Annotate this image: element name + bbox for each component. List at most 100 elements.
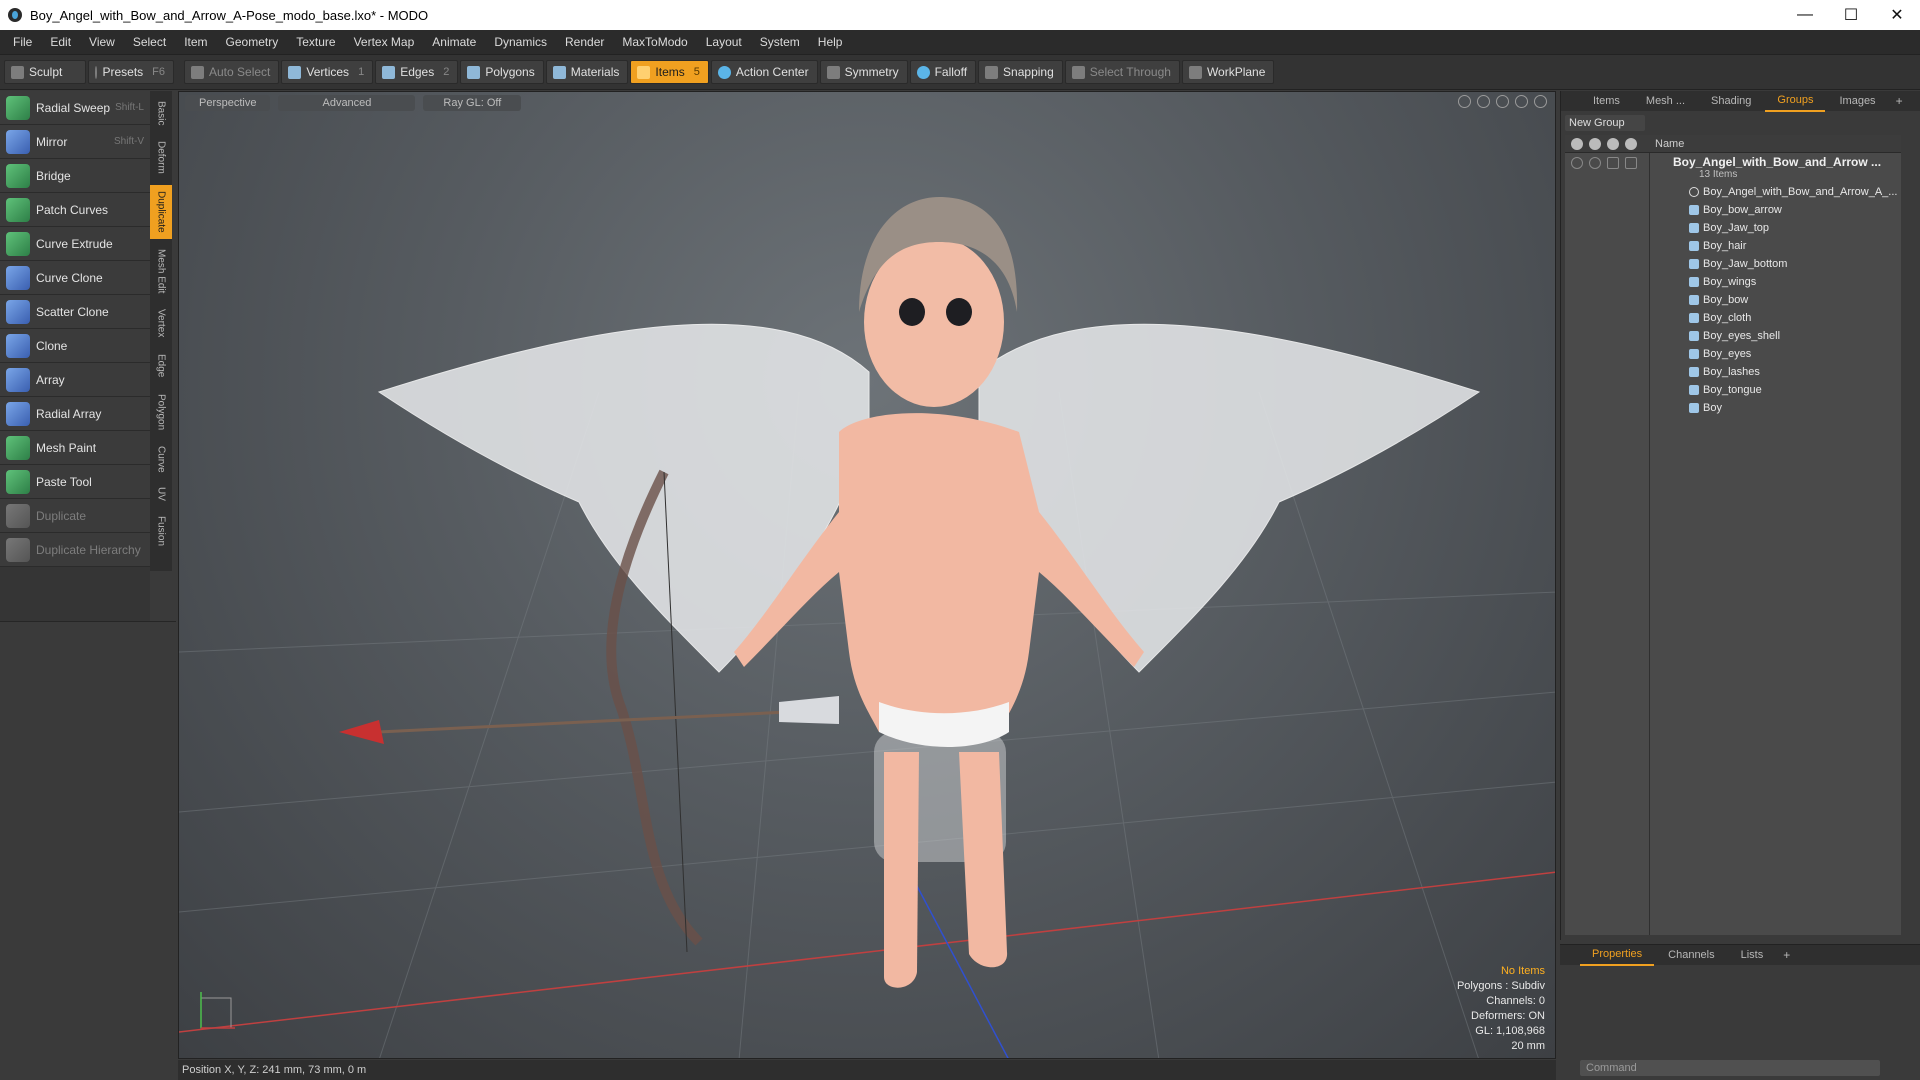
- menu-view[interactable]: View: [80, 30, 124, 54]
- list-item[interactable]: Boy_bow_arrow: [1565, 201, 1901, 219]
- visibility-column-icon[interactable]: [1571, 137, 1583, 150]
- tool-array[interactable]: Array: [0, 363, 150, 397]
- view-mode-dropdown[interactable]: Perspective: [185, 95, 271, 111]
- vtab-basic[interactable]: Basic: [150, 95, 172, 131]
- workplane-button[interactable]: WorkPlane: [1181, 60, 1275, 84]
- tool-clone[interactable]: Clone: [0, 329, 150, 363]
- tool-mesh-paint[interactable]: Mesh Paint: [0, 431, 150, 465]
- shading-dropdown[interactable]: Advanced: [278, 95, 416, 111]
- select-column-icon[interactable]: [1625, 137, 1637, 150]
- add-properties-tab-button[interactable]: +: [1777, 948, 1796, 962]
- symmetry-button[interactable]: Symmetry: [819, 60, 908, 84]
- vtab-vertex[interactable]: Vertex: [150, 303, 172, 343]
- list-item[interactable]: Boy_cloth: [1565, 309, 1901, 327]
- vtab-fusion[interactable]: Fusion: [150, 511, 172, 551]
- tool-radial-sweep[interactable]: Radial Sweep Shift-L: [0, 91, 150, 125]
- tool-paste[interactable]: Paste Tool: [0, 465, 150, 499]
- materials-button[interactable]: Materials: [545, 60, 629, 84]
- eye-icon[interactable]: [1571, 157, 1583, 169]
- tool-bridge[interactable]: Bridge: [0, 159, 150, 193]
- menu-animate[interactable]: Animate: [423, 30, 485, 54]
- tool-radial-array[interactable]: Radial Array: [0, 397, 150, 431]
- tab-images[interactable]: Images: [1827, 91, 1887, 111]
- menu-edit[interactable]: Edit: [41, 30, 80, 54]
- menu-vertex-map[interactable]: Vertex Map: [345, 30, 424, 54]
- raygl-toggle[interactable]: Ray GL: Off: [423, 95, 522, 111]
- vtab-polygon[interactable]: Polygon: [150, 389, 172, 435]
- group-row[interactable]: Boy_Angel_with_Bow_and_Arrow ... 13 Item…: [1565, 153, 1901, 183]
- list-item[interactable]: Boy_tongue: [1565, 381, 1901, 399]
- select-icon[interactable]: [1625, 157, 1637, 169]
- 3d-viewport[interactable]: Perspective Advanced Ray GL: Off No Item…: [178, 91, 1556, 1059]
- tab-mesh[interactable]: Mesh ...: [1634, 91, 1697, 111]
- list-item[interactable]: Boy_Jaw_bottom: [1565, 255, 1901, 273]
- edges-button[interactable]: Edges 2: [375, 60, 459, 84]
- tool-curve-extrude[interactable]: Curve Extrude: [0, 227, 150, 261]
- list-item[interactable]: Boy_eyes_shell: [1565, 327, 1901, 345]
- zoom-icon[interactable]: [1496, 95, 1509, 108]
- lock-icon[interactable]: [1607, 157, 1619, 169]
- vtab-curve[interactable]: Curve: [150, 441, 172, 477]
- vtab-edge[interactable]: Edge: [150, 349, 172, 383]
- pan-icon[interactable]: [1458, 95, 1471, 108]
- command-input[interactable]: Command: [1580, 1060, 1880, 1076]
- menu-dynamics[interactable]: Dynamics: [485, 30, 556, 54]
- sculpt-button[interactable]: Sculpt: [4, 60, 86, 84]
- list-item[interactable]: Boy_hair: [1565, 237, 1901, 255]
- list-item[interactable]: Boy: [1565, 399, 1901, 417]
- render-icon[interactable]: [1589, 157, 1601, 169]
- menu-texture[interactable]: Texture: [287, 30, 344, 54]
- lock-column-icon[interactable]: [1607, 137, 1619, 150]
- presets-button[interactable]: Presets F6: [88, 60, 174, 84]
- falloff-button[interactable]: Falloff: [909, 60, 977, 84]
- menu-geometry[interactable]: Geometry: [217, 30, 288, 54]
- tab-groups[interactable]: Groups: [1765, 90, 1826, 112]
- polygons-button[interactable]: Polygons: [460, 60, 544, 84]
- items-button[interactable]: Items 5: [630, 60, 709, 84]
- menu-file[interactable]: File: [4, 30, 41, 54]
- menu-system[interactable]: System: [751, 30, 809, 54]
- list-item[interactable]: Boy_lashes: [1565, 363, 1901, 381]
- tab-properties[interactable]: Properties: [1580, 944, 1655, 966]
- auto-select-button[interactable]: Auto Select: [184, 60, 280, 84]
- vtab-deform[interactable]: Deform: [150, 135, 172, 179]
- fit-icon[interactable]: [1515, 95, 1528, 108]
- list-item[interactable]: Boy_Jaw_top: [1565, 219, 1901, 237]
- menu-select[interactable]: Select: [124, 30, 175, 54]
- add-tab-button[interactable]: +: [1890, 94, 1909, 108]
- maximize-button[interactable]: ☐: [1828, 0, 1874, 30]
- menu-render[interactable]: Render: [556, 30, 613, 54]
- name-column-header[interactable]: Name: [1649, 138, 1684, 150]
- tab-lists[interactable]: Lists: [1729, 945, 1776, 965]
- menu-help[interactable]: Help: [809, 30, 852, 54]
- tool-patch-curves[interactable]: Patch Curves: [0, 193, 150, 227]
- select-through-button[interactable]: Select Through: [1064, 60, 1180, 84]
- close-button[interactable]: ✕: [1874, 0, 1920, 30]
- tab-items[interactable]: Items: [1581, 91, 1632, 111]
- list-item[interactable]: Boy_bow: [1565, 291, 1901, 309]
- vtab-duplicate[interactable]: Duplicate: [150, 185, 172, 239]
- menu-layout[interactable]: Layout: [697, 30, 751, 54]
- minimize-button[interactable]: —: [1782, 0, 1828, 30]
- tab-channels[interactable]: Channels: [1656, 945, 1726, 965]
- list-item[interactable]: Boy_Angel_with_Bow_and_Arrow_A_...: [1565, 183, 1901, 201]
- snapping-button[interactable]: Snapping: [978, 60, 1063, 84]
- tool-mirror[interactable]: Mirror Shift-V: [0, 125, 150, 159]
- new-group-button[interactable]: New Group: [1565, 115, 1645, 131]
- vtab-uv[interactable]: UV: [150, 483, 172, 505]
- tab-shading[interactable]: Shading: [1699, 91, 1763, 111]
- list-item[interactable]: Boy_wings: [1565, 273, 1901, 291]
- gear-icon[interactable]: [1534, 95, 1547, 108]
- action-center-button[interactable]: Action Center: [710, 60, 818, 84]
- tool-duplicate[interactable]: Duplicate: [0, 499, 150, 533]
- tool-duplicate-hierarchy[interactable]: Duplicate Hierarchy: [0, 533, 150, 567]
- vertices-button[interactable]: Vertices 1: [281, 60, 374, 84]
- menu-maxtomodo[interactable]: MaxToModo: [613, 30, 696, 54]
- menu-item[interactable]: Item: [175, 30, 216, 54]
- list-item[interactable]: Boy_eyes: [1565, 345, 1901, 363]
- tool-scatter-clone[interactable]: Scatter Clone: [0, 295, 150, 329]
- vtab-mesh-edit[interactable]: Mesh Edit: [150, 245, 172, 297]
- tool-curve-clone[interactable]: Curve Clone: [0, 261, 150, 295]
- rotate-icon[interactable]: [1477, 95, 1490, 108]
- render-column-icon[interactable]: [1589, 137, 1601, 150]
